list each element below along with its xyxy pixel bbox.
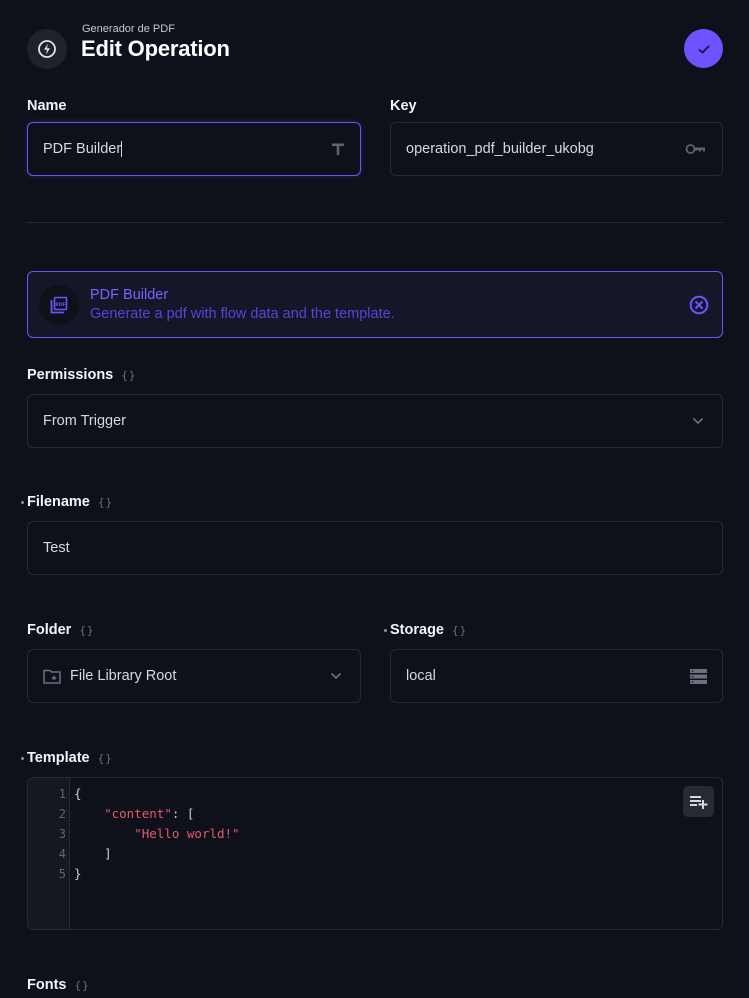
code-line: ] — [104, 846, 112, 861]
code-line: "content": [ — [104, 806, 195, 821]
text-type-icon — [331, 142, 345, 156]
folder-value: File Library Root — [70, 668, 177, 684]
code-line: { — [74, 786, 82, 801]
permissions-value: From Trigger — [43, 413, 126, 429]
operation-notice: PDF PDF Builder Generate a pdf with flow… — [27, 271, 723, 338]
permissions-select[interactable]: From Trigger — [27, 394, 723, 448]
check-icon — [697, 44, 710, 54]
line-number: 5 — [58, 867, 66, 881]
key-icon — [685, 143, 707, 155]
svg-text:PDF: PDF — [55, 301, 65, 307]
folder-select[interactable]: File Library Root — [27, 649, 361, 703]
raw-value-toggle[interactable]: {} — [98, 752, 113, 765]
insert-variable-button[interactable] — [683, 786, 714, 817]
operation-title: PDF Builder — [90, 287, 169, 303]
playlist-add-icon — [689, 795, 707, 809]
storage-label: Storage {} — [384, 622, 467, 638]
filename-input[interactable]: Test — [27, 521, 723, 575]
storage-input[interactable]: local — [390, 649, 723, 703]
folder-label: Folder {} — [27, 622, 95, 638]
template-label: Template {} — [21, 750, 113, 766]
name-label: Name — [27, 98, 67, 114]
name-input[interactable]: PDF Builder — [27, 122, 361, 176]
line-number-gutter: 1 2 3 4 5 — [28, 778, 70, 929]
remove-operation-button[interactable] — [688, 294, 710, 316]
required-indicator — [21, 757, 24, 760]
raw-value-toggle[interactable]: {} — [74, 979, 89, 992]
line-number: 3 — [58, 827, 66, 841]
key-value: operation_pdf_builder_ukobg — [406, 141, 594, 157]
key-input[interactable]: operation_pdf_builder_ukobg — [390, 122, 723, 176]
operation-description: Generate a pdf with flow data and the te… — [90, 306, 395, 322]
name-value: PDF Builder — [43, 140, 122, 157]
operation-type-icon — [27, 29, 67, 69]
breadcrumb: Generador de PDF — [82, 23, 175, 35]
pdf-icon: PDF — [39, 284, 79, 325]
key-label: Key — [390, 98, 417, 114]
page-title: Edit Operation — [81, 36, 230, 61]
bolt-icon — [38, 40, 56, 58]
folder-special-icon — [43, 669, 61, 684]
code-line: "Hello world!" — [134, 826, 240, 841]
code-line: } — [74, 866, 82, 881]
line-number: 2 — [58, 807, 66, 821]
raw-value-toggle[interactable]: {} — [121, 369, 136, 382]
code-content[interactable]: { "content": [ "Hello world!" ] } — [70, 778, 722, 929]
line-number: 1 — [58, 787, 66, 801]
save-button[interactable] — [684, 29, 723, 68]
chevron-down-icon — [692, 417, 704, 425]
filename-value: Test — [43, 540, 70, 556]
raw-value-toggle[interactable]: {} — [98, 496, 113, 509]
permissions-label: Permissions {} — [27, 367, 137, 383]
filename-label: Filename {} — [21, 494, 113, 510]
line-number: 4 — [58, 847, 66, 861]
required-indicator — [21, 501, 24, 504]
raw-value-toggle[interactable]: {} — [452, 624, 467, 637]
text-caret — [121, 141, 123, 158]
fonts-label: Fonts {} — [27, 977, 90, 993]
required-indicator — [384, 629, 387, 632]
cancel-circle-icon — [689, 295, 709, 314]
storage-value: local — [406, 668, 436, 684]
chevron-down-icon — [330, 672, 342, 680]
raw-value-toggle[interactable]: {} — [79, 624, 94, 637]
template-code-editor[interactable]: 1 2 3 4 5 { "content": [ "Hello world!" … — [27, 777, 723, 930]
section-divider — [27, 222, 723, 223]
storage-icon — [690, 668, 707, 684]
